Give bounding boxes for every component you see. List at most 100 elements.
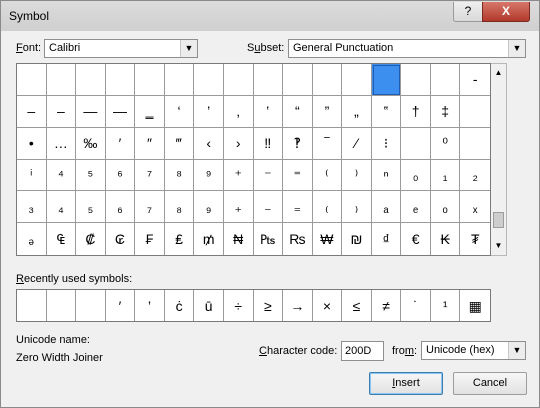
symbol-cell[interactable] [460,96,490,128]
symbol-cell[interactable]: ₂ [460,160,490,192]
recent-symbol-cell[interactable]: ū [194,290,224,321]
scroll-up-icon[interactable]: ▲ [491,66,506,80]
title-bar[interactable]: Symbol ? X [1,1,539,31]
recent-symbol-cell[interactable]: ċ [165,290,195,321]
symbol-cell[interactable]: ₐ [371,191,402,224]
symbol-cell[interactable]: ‚ [223,95,254,128]
symbol-cell[interactable]: ′ [105,127,136,160]
symbol-cell[interactable]: ‛ [253,95,284,128]
symbol-cell[interactable]: - [460,64,490,96]
symbol-cell[interactable] [342,64,372,96]
symbol-cell[interactable]: ” [312,95,343,128]
symbol-cell[interactable]: ⁷ [135,159,165,192]
symbol-cell[interactable]: ‼ [253,127,284,160]
recent-symbol-cell[interactable]: ÷ [224,290,254,321]
from-select[interactable]: Unicode (hex) ▼ [421,341,526,360]
symbol-cell[interactable]: ⁄ [342,127,372,160]
recent-symbol-cell[interactable]: → [283,290,313,321]
scroll-down-icon[interactable]: ▼ [491,239,506,253]
symbol-cell[interactable]: ₍ [312,191,343,224]
symbol-cell[interactable] [76,64,106,96]
symbol-cell[interactable]: ₥ [194,223,224,255]
symbol-cell[interactable]: ⁺ [223,159,254,192]
symbol-cell[interactable]: ‘ [164,95,195,128]
recent-symbol-cell[interactable]: ≠ [372,290,402,321]
symbol-cell[interactable]: “ [283,95,313,128]
recent-symbol-cell[interactable]: ‛ [135,290,165,321]
symbol-cell[interactable] [460,128,490,160]
symbol-cell[interactable]: ⁽ [312,159,343,192]
symbol-cell[interactable]: ₔ [17,223,47,255]
symbol-cell[interactable]: ‾ [312,127,343,160]
symbol-cell[interactable] [164,64,195,96]
recent-symbols[interactable]: ′ ‛ ċ ū ÷ ≥ → × ≤ ≠ ˙ ¹ ▦ [16,289,491,322]
symbol-cell[interactable]: ₪ [342,223,372,255]
symbol-cell[interactable]: ⁸ [164,159,195,192]
symbol-cell[interactable]: ₡ [76,223,106,255]
symbol-cell[interactable]: › [223,127,254,160]
symbol-cell[interactable]: ⁱ [17,159,47,192]
symbol-cell[interactable] [401,64,431,96]
symbol-cell[interactable]: ⁼ [283,159,313,192]
symbol-cell[interactable]: ₅ [76,191,106,224]
symbol-cell[interactable]: … [46,127,77,160]
symbol-cell[interactable] [46,64,77,96]
symbol-cell[interactable]: ₧ [254,223,284,255]
symbol-cell[interactable]: „ [342,95,372,128]
symbol-cell[interactable]: ₒ [430,191,461,224]
recent-symbol-cell[interactable]: ≥ [254,290,284,321]
recent-symbol-cell[interactable] [76,290,106,321]
symbol-cell[interactable]: ⁝ [371,127,402,160]
symbol-cell[interactable]: ⁶ [105,159,136,192]
symbol-cell[interactable]: ₑ [401,191,431,224]
symbol-cell[interactable] [17,64,47,96]
symbol-grid[interactable]: - ‒ – — ― ‗ ‘’ ‚ ‛ “” „ ‟ † ‡ •… ‰ ′ ″ ‴ ‹ › ‼ ‽ ‾ ⁄ ⁝ ⁰ ⁱ ⁴ ⁵ ⁶ ⁷ ⁸ ⁹ ⁺ ⁻ ⁼… [16,63,491,256]
symbol-cell[interactable]: ⁰ [430,127,461,160]
subset-select[interactable]: General Punctuation ▼ [288,39,526,58]
chevron-down-icon[interactable]: ▼ [180,40,197,57]
symbol-cell[interactable]: ₠ [47,223,77,255]
symbol-cell[interactable]: ‟ [371,95,402,128]
symbol-grid-scrollbar[interactable]: ▲ ▼ [491,63,507,256]
symbol-cell[interactable]: ₁ [430,159,461,192]
recent-symbol-cell[interactable]: ′ [106,290,136,321]
symbol-cell[interactable]: ⁹ [194,159,224,192]
symbol-cell[interactable]: ‗ [135,95,165,128]
symbol-cell[interactable] [312,64,343,96]
symbol-cell[interactable] [223,64,254,96]
symbol-cell[interactable]: ‽ [283,127,313,160]
symbol-cell[interactable]: ₨ [283,223,313,255]
help-button[interactable]: ? [453,2,482,22]
char-code-input[interactable]: 200D [341,341,384,361]
symbol-cell[interactable]: ‹ [194,127,224,160]
symbol-cell[interactable]: ― [105,95,136,128]
symbol-cell[interactable]: ₇ [135,191,165,224]
close-button[interactable]: X [482,2,530,22]
symbol-cell[interactable]: † [401,95,431,128]
recent-symbol-cell[interactable] [17,290,47,321]
font-select[interactable]: Calibri ▼ [44,39,198,58]
symbol-cell[interactable]: ₢ [106,223,136,255]
symbol-cell[interactable]: ₃ [17,191,47,224]
symbol-cell[interactable]: € [401,223,431,255]
symbol-cell[interactable]: ⁵ [76,159,106,192]
symbol-cell[interactable]: ‒ [17,95,47,128]
recent-symbol-cell[interactable]: ≤ [342,290,372,321]
symbol-cell[interactable]: ₦ [224,223,254,255]
symbol-cell[interactable]: • [17,127,47,160]
symbol-cell[interactable]: ″ [135,127,165,160]
symbol-cell[interactable]: ⁻ [253,159,284,192]
symbol-cell[interactable]: ₆ [105,191,136,224]
symbol-cell[interactable] [105,64,136,96]
symbol-cell[interactable]: ₌ [283,191,313,224]
symbol-cell[interactable] [401,127,431,160]
symbol-cell[interactable]: ₫ [372,223,402,255]
symbol-cell[interactable]: ⁴ [46,159,77,192]
symbol-cell[interactable] [135,64,165,96]
chevron-down-icon[interactable]: ▼ [508,40,525,57]
symbol-cell[interactable]: ‡ [430,95,461,128]
symbol-cell[interactable] [371,64,402,96]
recent-symbol-cell[interactable] [47,290,77,321]
symbol-cell[interactable]: ‴ [164,127,195,160]
recent-symbol-cell[interactable]: × [313,290,343,321]
